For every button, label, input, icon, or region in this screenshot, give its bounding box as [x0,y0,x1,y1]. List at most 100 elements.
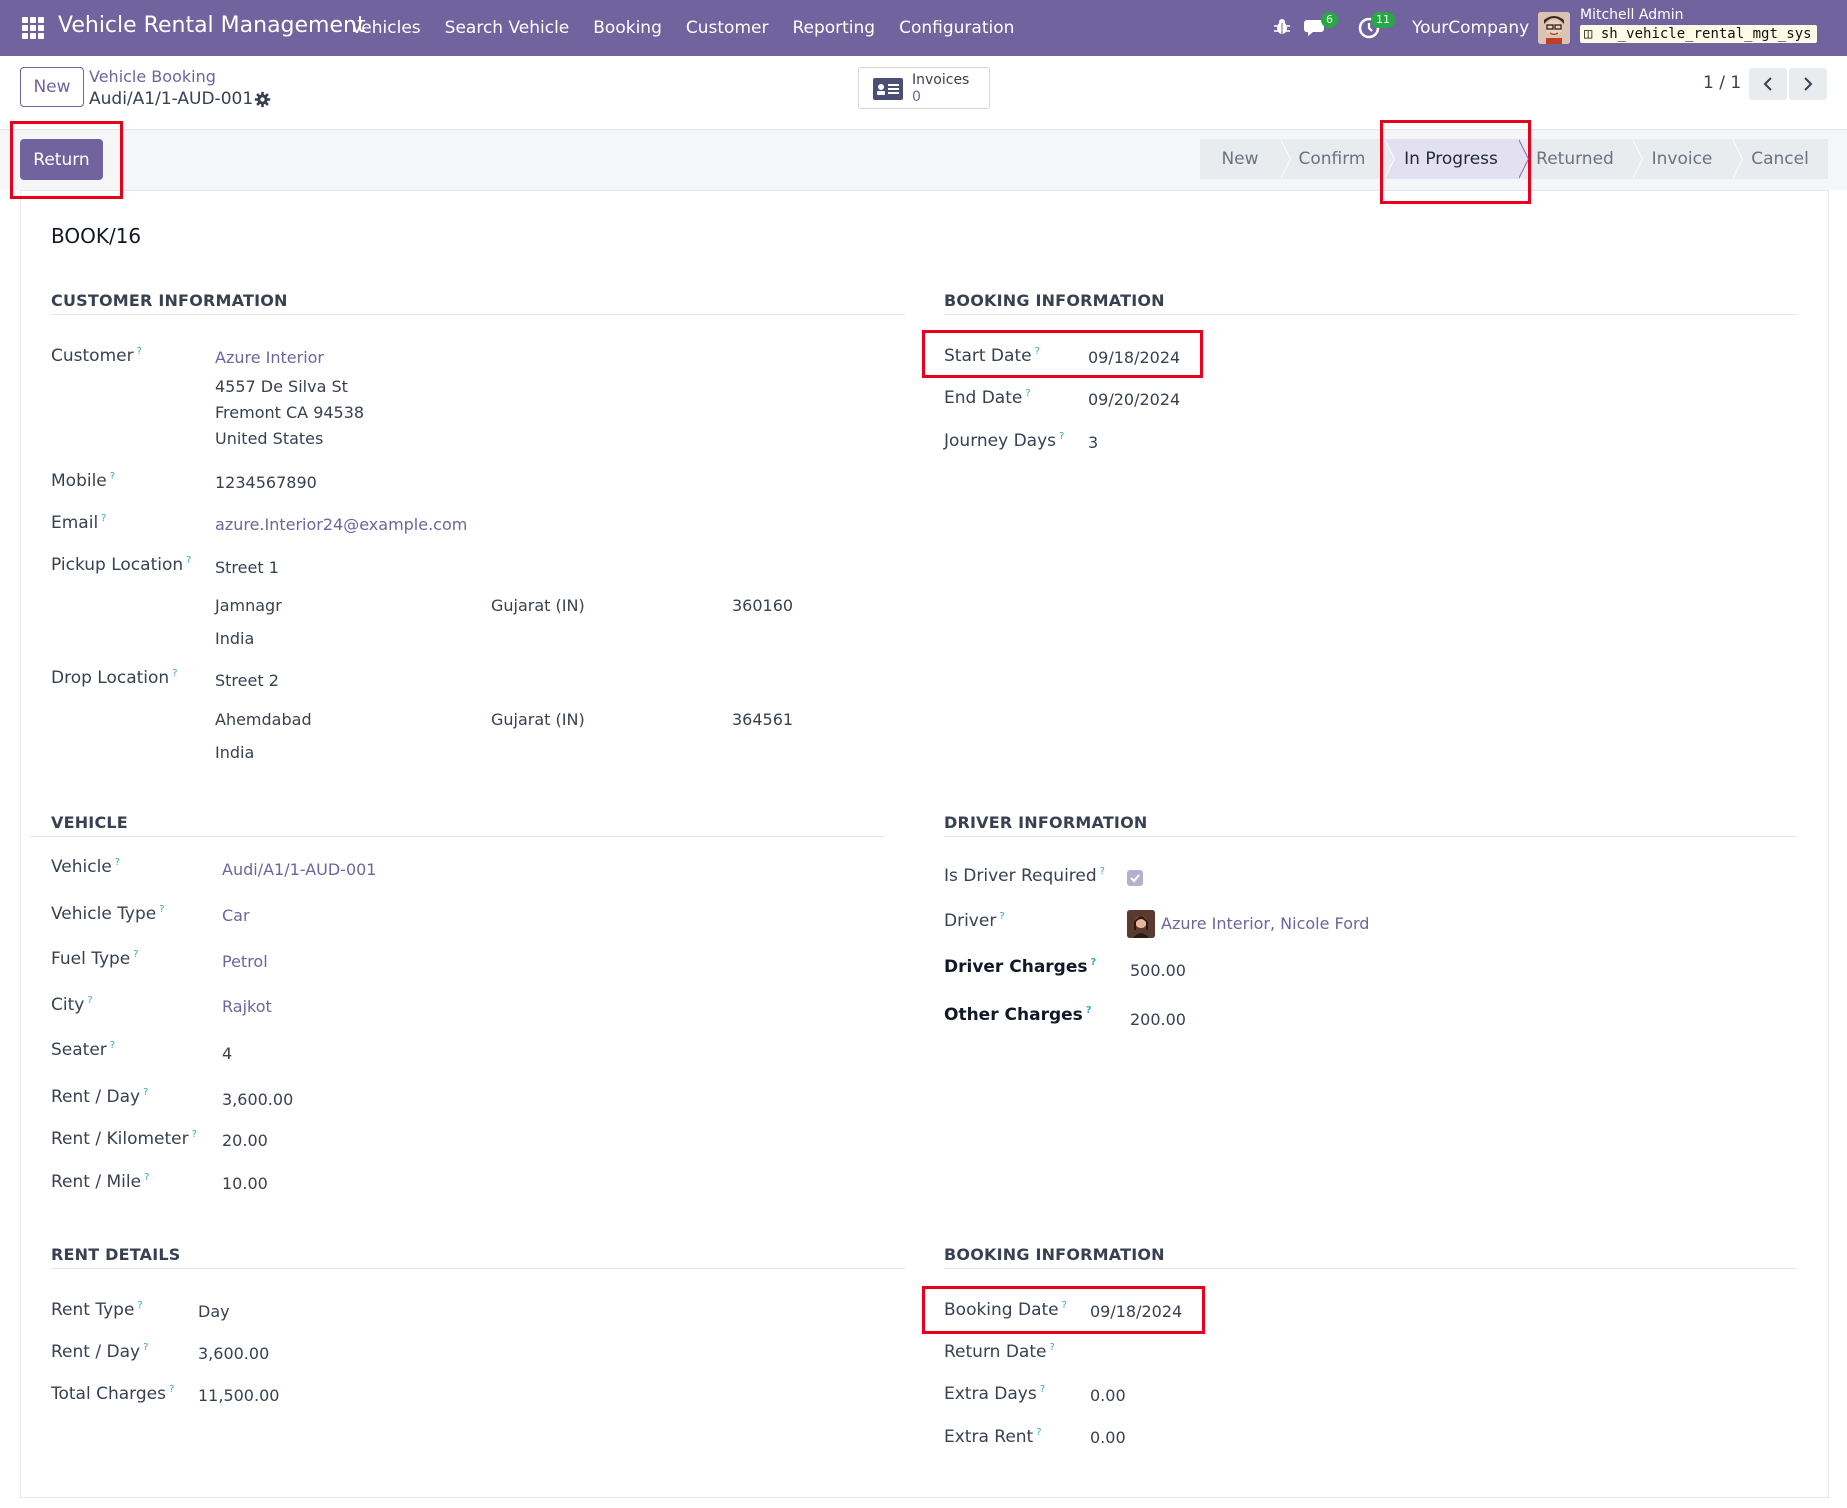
extra-days-value: 0.00 [1090,1386,1126,1405]
rent-day-value: 3,600.00 [222,1090,294,1109]
pager-value[interactable]: 1 / 1 [1703,73,1741,93]
customer-address-line1: 4557 De Silva St [215,377,348,396]
vehicle-title: VEHICLE [51,813,128,832]
city-label: City? [51,995,93,1015]
stage-returned[interactable]: Returned [1518,139,1643,179]
customer-link[interactable]: Azure Interior [215,348,324,367]
email-link[interactable]: azure.Interior24@example.com [215,515,467,534]
total-charges-value: 11,500.00 [198,1386,280,1405]
pickup-location-label: Pickup Location? [51,555,192,575]
chevron-right-icon [1804,77,1813,91]
other-charges-label: Other Charges? [944,1005,1092,1025]
booking-info-title: BOOKING INFORMATION [944,291,1165,310]
rent-mile-value: 10.00 [222,1174,268,1193]
other-charges-value[interactable]: 200.00 [1130,1010,1186,1029]
customer-label: Customer? [51,346,142,366]
stage-invoice[interactable]: Invoice [1632,139,1743,179]
user-avatar[interactable] [1538,12,1570,44]
driver-charges-value[interactable]: 500.00 [1130,961,1186,980]
drop-country[interactable]: India [215,743,254,762]
email-label: Email? [51,513,107,533]
database-name: ◫ sh_vehicle_rental_mgt_sys [1580,25,1817,43]
apps-grid-icon[interactable] [22,17,44,39]
rent-kilometer-label: Rent / Kilometer? [51,1129,197,1149]
stage-confirm[interactable]: Confirm [1280,139,1395,179]
invoices-label: Invoices [912,72,970,88]
bug-icon[interactable] [1272,17,1292,37]
drop-street[interactable]: Street 2 [215,671,279,690]
driver-charges-label: Driver Charges? [944,957,1097,977]
pickup-country[interactable]: India [215,629,254,648]
drop-state[interactable]: Gujarat (IN) [491,710,585,729]
invoices-smart-button[interactable]: Invoices 0 [858,67,990,109]
breadcrumb-current: Audi/A1/1-AUD-001 [89,89,254,109]
fuel-type-label: Fuel Type? [51,949,139,969]
pickup-street[interactable]: Street 1 [215,558,279,577]
menu-reporting[interactable]: Reporting [792,18,875,38]
driver-required-checkbox[interactable] [1127,870,1143,886]
rent-type-value[interactable]: Day [198,1302,230,1321]
rent-details-rent-day-label: Rent / Day? [51,1342,149,1362]
journey-days-label: Journey Days? [944,431,1065,451]
gear-icon[interactable] [254,91,271,108]
stage-cancel[interactable]: Cancel [1732,139,1828,179]
booking-info2-title: BOOKING INFORMATION [944,1245,1165,1264]
rent-details-title: RENT DETAILS [51,1245,181,1264]
customer-info-divider [51,314,905,315]
pickup-state[interactable]: Gujarat (IN) [491,596,585,615]
end-date-label: End Date? [944,388,1031,408]
city-link[interactable]: Rajkot [222,997,272,1016]
vehicle-type-label: Vehicle Type? [51,904,165,924]
extra-rent-label: Extra Rent? [944,1427,1042,1447]
drop-location-label: Drop Location? [51,668,178,688]
pickup-zip[interactable]: 360160 [732,596,793,615]
fuel-type-link[interactable]: Petrol [222,952,268,971]
menu-customer[interactable]: Customer [686,18,769,38]
menu-search-vehicle[interactable]: Search Vehicle [445,18,570,38]
top-navbar: Vehicle Rental Management Vehicles Searc… [0,0,1847,56]
breadcrumb-parent[interactable]: Vehicle Booking [89,67,216,86]
mobile-value[interactable]: 1234567890 [215,473,317,492]
customer-address-line2: Fremont CA 94538 [215,403,365,422]
menu-configuration[interactable]: Configuration [899,18,1014,38]
highlight-return-button [10,121,123,199]
booking-info-divider [944,314,1798,315]
app-brand[interactable]: Vehicle Rental Management [58,13,366,38]
highlight-in-progress-stage [1380,120,1531,204]
driver-info-title: DRIVER INFORMATION [944,813,1148,832]
total-charges-label: Total Charges? [51,1384,175,1404]
stage-new[interactable]: New [1200,139,1291,179]
driver-label: Driver? [944,911,1005,931]
database-icon: ◫ [1584,26,1593,42]
booking-reference: BOOK/16 [51,224,142,248]
driver-avatar [1127,910,1155,938]
return-date-value[interactable] [1090,1344,1250,1366]
rent-details-divider [51,1268,905,1269]
vehicle-type-link[interactable]: Car [222,906,250,925]
drop-city[interactable]: Ahemdabad [215,710,312,729]
return-date-label: Return Date? [944,1342,1055,1362]
booking-info2-divider [944,1268,1798,1269]
driver-info-divider [944,836,1798,837]
rent-type-label: Rent Type? [51,1300,143,1320]
pickup-city[interactable]: Jamnagr [215,596,282,615]
vehicle-link[interactable]: Audi/A1/1-AUD-001 [222,860,376,879]
menu-vehicles[interactable]: Vehicles [351,18,421,38]
end-date-value[interactable]: 09/20/2024 [1088,390,1180,409]
user-name[interactable]: Mitchell Admin [1580,7,1684,23]
customer-info-title: CUSTOMER INFORMATION [51,291,288,310]
driver-link[interactable]: Azure Interior, Nicole Ford [1161,914,1369,933]
driver-required-label: Is Driver Required? [944,866,1105,886]
rent-kilometer-value: 20.00 [222,1131,268,1150]
menu-booking[interactable]: Booking [593,18,662,38]
drop-zip[interactable]: 364561 [732,710,793,729]
seater-label: Seater? [51,1040,116,1060]
main-menu: Vehicles Search Vehicle Booking Customer… [351,18,1038,38]
new-button[interactable]: New [20,67,84,107]
id-card-icon [873,78,903,100]
pager-previous-button[interactable] [1749,68,1787,100]
highlight-booking-date [922,1286,1205,1334]
rent-day-label: Rent / Day? [51,1087,149,1107]
pager-next-button[interactable] [1789,68,1827,100]
company-switcher[interactable]: YourCompany [1412,18,1529,38]
